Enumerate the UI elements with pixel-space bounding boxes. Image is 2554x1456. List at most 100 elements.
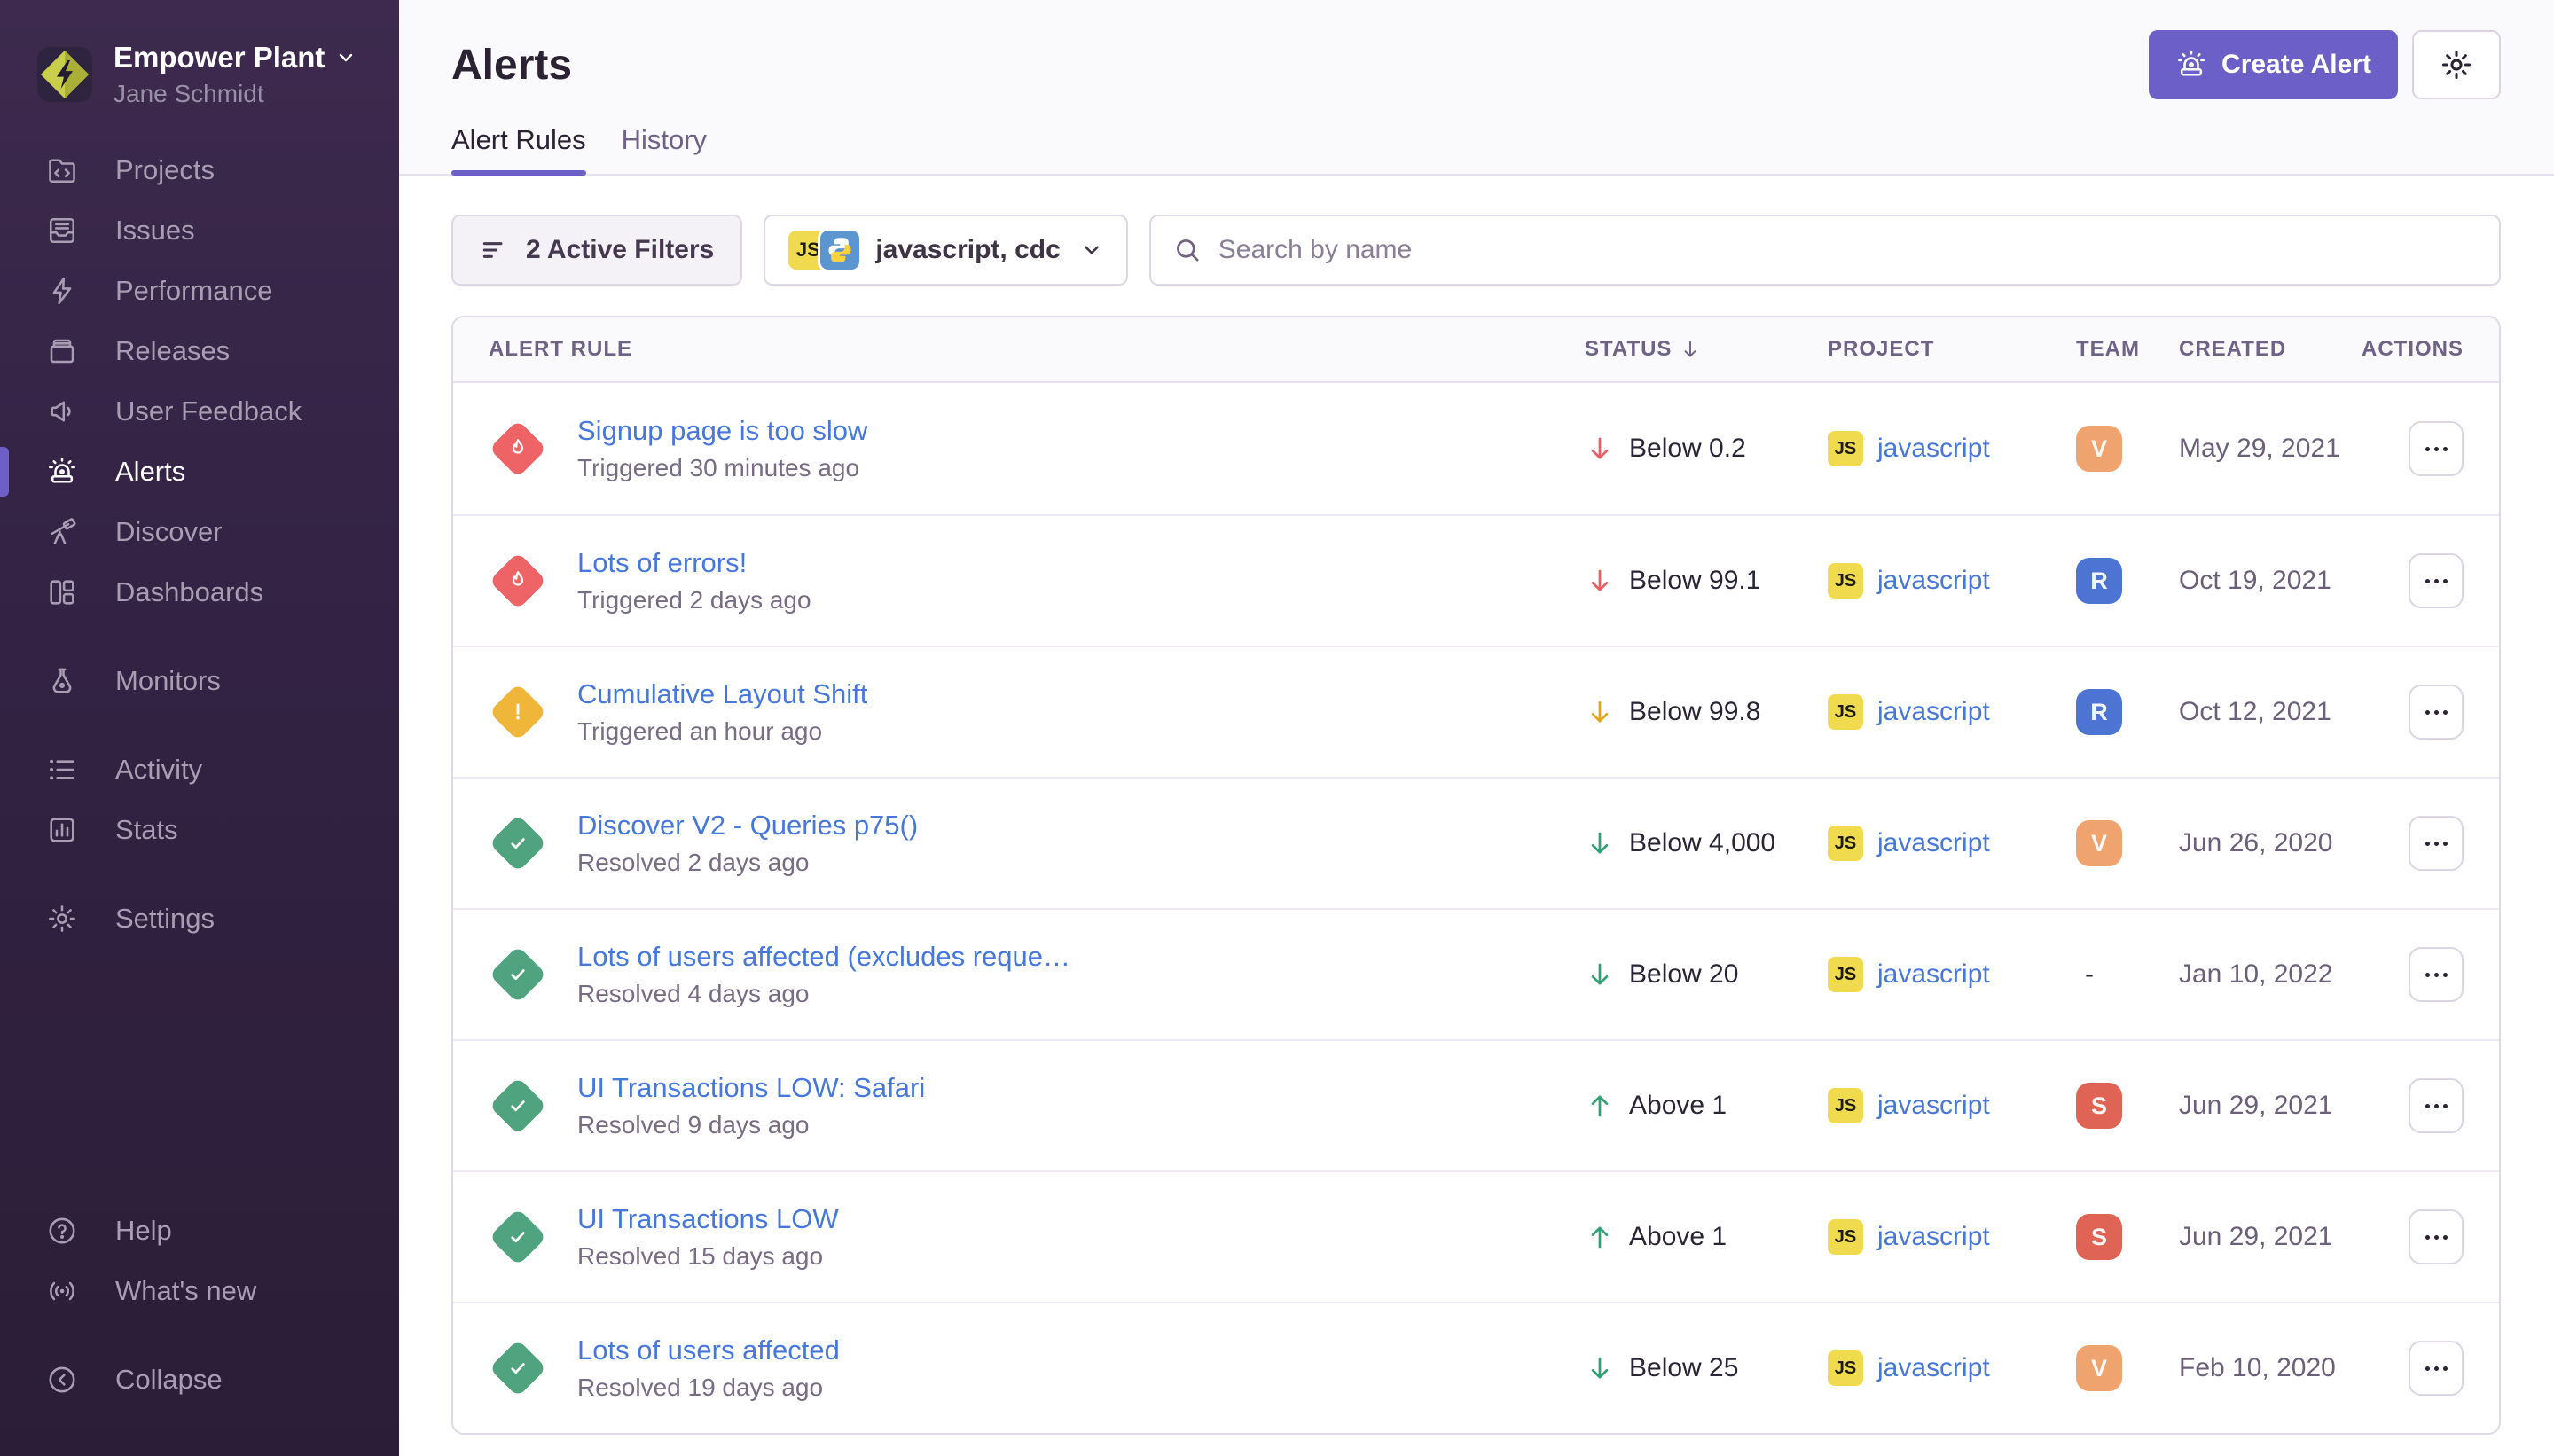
status-text: Below 20 (1629, 959, 1738, 990)
row-actions-button[interactable] (2409, 1078, 2464, 1133)
project-link[interactable]: javascript (1877, 828, 1990, 858)
project-selector-dropdown[interactable]: JS javascript, cdc (764, 215, 1127, 286)
project-link[interactable]: javascript (1877, 1353, 1990, 1383)
alert-rule-link[interactable]: Lots of users affected (577, 1335, 840, 1366)
sidebar-nav-group: Projects Issues Performance Releases Use… (0, 140, 399, 622)
column-alert-rule: Alert Rule (489, 337, 1585, 362)
arrow-down-icon (1585, 1353, 1615, 1383)
table-row[interactable]: Lots of errors! Triggered 2 days ago Bel… (453, 514, 2499, 646)
performance-icon (46, 275, 78, 307)
alert-rule-link[interactable]: Discover V2 - Queries p75() (577, 810, 918, 842)
project-link[interactable]: javascript (1877, 1091, 1990, 1121)
table-row[interactable]: UI Transactions LOW: Safari Resolved 9 d… (453, 1039, 2499, 1170)
org-switcher[interactable]: Empower Plant Jane Schmidt (0, 41, 399, 108)
alert-rule-subtitle: Resolved 4 days ago (577, 980, 1070, 1008)
table-row[interactable]: Lots of users affected Resolved 19 days … (453, 1302, 2499, 1433)
severity-resolved-icon (489, 1339, 547, 1397)
status-text: Below 4,000 (1629, 828, 1775, 858)
sidebar-item-stats[interactable]: Stats (0, 800, 399, 860)
sidebar-item-alerts[interactable]: Alerts (0, 442, 399, 502)
row-actions-button[interactable] (2409, 816, 2464, 871)
sidebar-nav-group: Monitors (0, 651, 399, 711)
alert-rule-link[interactable]: Signup page is too slow (577, 415, 867, 447)
alert-rule-link[interactable]: UI Transactions LOW: Safari (577, 1072, 925, 1104)
status-cell: Above 1 (1585, 1091, 1828, 1121)
sidebar-item-performance[interactable]: Performance (0, 261, 399, 321)
status-text: Below 99.8 (1629, 697, 1760, 727)
main-panel: Alerts Create Alert Alert R (399, 0, 2554, 1456)
row-actions-button[interactable] (2409, 1341, 2464, 1396)
alerts-icon (46, 456, 78, 488)
project-link[interactable]: javascript (1877, 1222, 1990, 1252)
team-avatar: V (2076, 820, 2122, 866)
alert-rule-link[interactable]: Cumulative Layout Shift (577, 678, 867, 710)
alert-rule-subtitle: Resolved 15 days ago (577, 1242, 839, 1271)
created-date: Jun 29, 2021 (2179, 1091, 2378, 1121)
search-input[interactable] (1218, 235, 2478, 265)
settings-icon (46, 903, 78, 935)
tab-alert-rules[interactable]: Alert Rules (451, 124, 586, 174)
javascript-platform-icon: JS (1828, 1350, 1863, 1386)
alert-rule-subtitle: Resolved 19 days ago (577, 1374, 840, 1402)
siren-icon (2175, 49, 2207, 81)
sidebar-item-issues[interactable]: Issues (0, 200, 399, 261)
sort-descending-icon (1679, 338, 1702, 361)
sidebar-item-projects[interactable]: Projects (0, 140, 399, 200)
status-text: Below 25 (1629, 1353, 1738, 1383)
user-name: Jane Schmidt (114, 80, 356, 108)
arrow-down-icon (1585, 697, 1615, 727)
status-text: Above 1 (1629, 1091, 1727, 1121)
sidebar-item-help[interactable]: Help (0, 1201, 399, 1261)
arrow-down-icon (1585, 828, 1615, 858)
row-actions-button[interactable] (2409, 685, 2464, 740)
status-cell: Above 1 (1585, 1222, 1828, 1252)
project-link[interactable]: javascript (1877, 697, 1990, 727)
row-actions-button[interactable] (2409, 553, 2464, 608)
collapse-icon (46, 1364, 78, 1396)
severity-critical-icon (489, 552, 547, 610)
alert-rule-link[interactable]: Lots of errors! (577, 547, 811, 579)
alert-rule-link[interactable]: Lots of users affected (excludes reque… (577, 941, 1070, 973)
sidebar-item-user-feedback[interactable]: User Feedback (0, 381, 399, 442)
status-cell: Below 99.8 (1585, 697, 1828, 727)
sidebar-item-what-s-new[interactable]: What's new (0, 1261, 399, 1321)
javascript-platform-icon: JS (1828, 826, 1863, 861)
active-filters-button[interactable]: 2 Active Filters (451, 215, 742, 286)
activity-icon (46, 754, 78, 786)
create-alert-button[interactable]: Create Alert (2149, 30, 2398, 99)
row-actions-button[interactable] (2409, 1209, 2464, 1264)
org-name: Empower Plant (114, 41, 325, 74)
project-link[interactable]: javascript (1877, 959, 1990, 990)
settings-gear-button[interactable] (2412, 30, 2501, 99)
project-link[interactable]: javascript (1877, 566, 1990, 596)
sidebar-item-settings[interactable]: Settings (0, 888, 399, 949)
status-cell: Below 99.1 (1585, 566, 1828, 596)
table-row[interactable]: Lots of users affected (excludes reque… … (453, 908, 2499, 1039)
javascript-platform-icon: JS (1828, 563, 1863, 599)
status-cell: Below 4,000 (1585, 828, 1828, 858)
created-date: Feb 10, 2020 (2179, 1353, 2378, 1383)
sidebar-item-activity[interactable]: Activity (0, 740, 399, 800)
sidebar-item-discover[interactable]: Discover (0, 502, 399, 562)
table-row[interactable]: Signup page is too slow Triggered 30 min… (453, 383, 2499, 514)
tab-history[interactable]: History (622, 124, 707, 174)
sidebar-item-releases[interactable]: Releases (0, 321, 399, 381)
gear-icon (2440, 48, 2473, 82)
row-actions-button[interactable] (2409, 421, 2464, 476)
sidebar-item-dashboards[interactable]: Dashboards (0, 562, 399, 622)
table-row[interactable]: Discover V2 - Queries p75() Resolved 2 d… (453, 777, 2499, 908)
arrow-down-icon (1585, 434, 1615, 464)
sidebar-item-monitors[interactable]: Monitors (0, 651, 399, 711)
project-link[interactable]: javascript (1877, 434, 1990, 464)
column-status-sortable[interactable]: Status (1585, 337, 1828, 362)
table-row[interactable]: UI Transactions LOW Resolved 15 days ago… (453, 1170, 2499, 1302)
row-actions-button[interactable] (2409, 947, 2464, 1002)
alert-rule-link[interactable]: UI Transactions LOW (577, 1203, 839, 1235)
severity-warning-icon (489, 683, 547, 741)
sidebar-item-collapse[interactable]: Collapse (0, 1350, 399, 1410)
help-icon (46, 1215, 78, 1247)
monitors-icon (46, 665, 78, 697)
content-area: 2 Active Filters JS javascript, cdc (399, 176, 2554, 1456)
table-row[interactable]: Cumulative Layout Shift Triggered an hou… (453, 646, 2499, 777)
team-avatar: V (2076, 426, 2122, 472)
